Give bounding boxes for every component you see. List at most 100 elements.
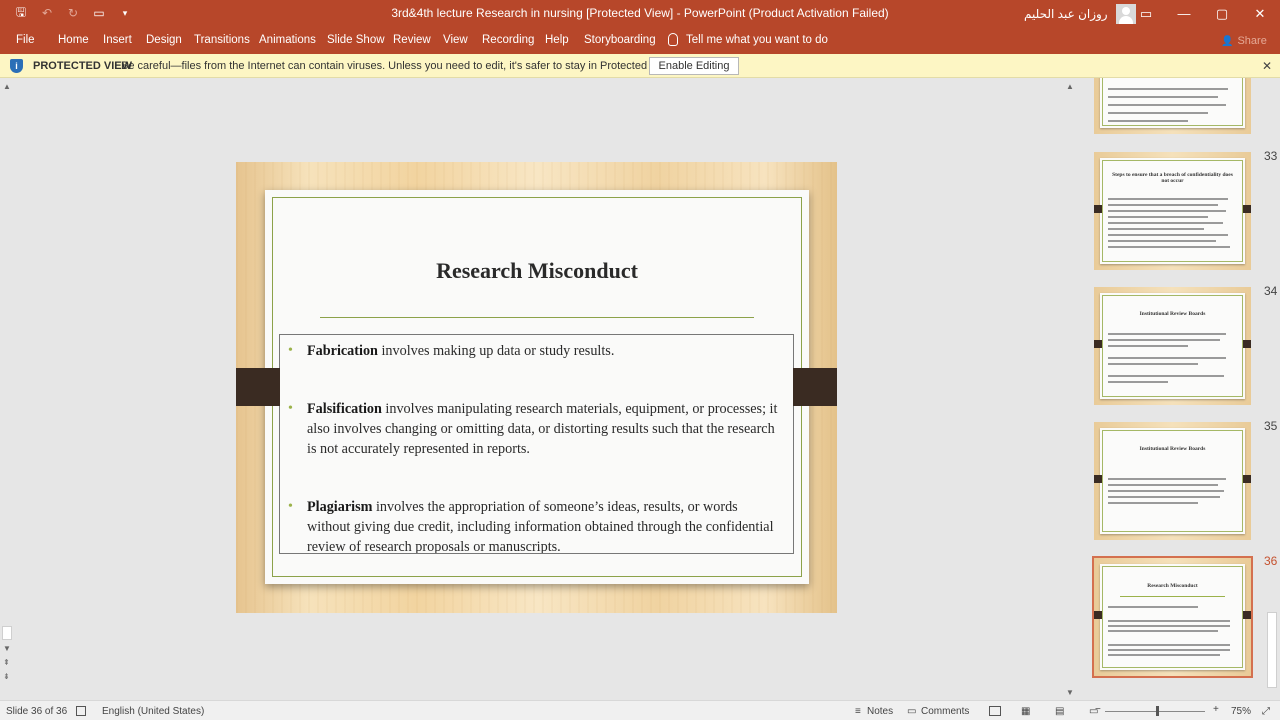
tab-slide-show[interactable]: Slide Show (327, 34, 385, 46)
thumbnail-title-rule (1120, 596, 1225, 597)
quick-access-toolbar: 🖫 ↶ ↻ ▭ ▾ (10, 4, 136, 22)
tab-home[interactable]: Home (58, 34, 89, 46)
thumbnails-scroll-thumb[interactable] (1267, 612, 1277, 688)
scroll-up-icon[interactable]: ▲ (3, 82, 11, 91)
maximize-button[interactable]: ▢ (1203, 0, 1241, 27)
tab-help[interactable]: Help (545, 34, 569, 46)
tab-animations[interactable]: Animations (259, 34, 316, 46)
zoom-out-button[interactable]: − (1095, 704, 1101, 715)
notes-button[interactable]: Notes (867, 706, 893, 717)
status-bar: Slide 36 of 36 English (United States) ≡… (0, 700, 1280, 720)
scroll-up-icon[interactable]: ▲ (1066, 82, 1074, 91)
person-icon: 👤 (1221, 35, 1234, 47)
slide-border: Research Misconduct Fabrication involves… (272, 197, 802, 577)
thumbnail-paper (1100, 428, 1245, 534)
reading-view-icon[interactable]: ▤ (1055, 706, 1064, 717)
thumbnail-text-line (1108, 222, 1223, 224)
share-button[interactable]: 👤 Share (1221, 35, 1267, 47)
thumbnail-text-line (1108, 246, 1230, 248)
thumbnail-clip (1243, 340, 1251, 348)
thumbnail-text-line (1108, 375, 1224, 377)
thumbnail-slide-35[interactable]: Institutional Review Boards (1094, 422, 1251, 540)
thumbnail-text-line (1108, 204, 1218, 206)
next-slide-icon[interactable]: ⇟ (3, 672, 10, 681)
thumbnail-text-line (1108, 502, 1198, 504)
thumbnails-scrollbar[interactable] (1265, 78, 1279, 700)
thumbnail-slide-36[interactable]: Research Misconduct (1094, 558, 1251, 676)
thumbnail-text-line (1108, 345, 1188, 347)
minimize-button[interactable]: — (1165, 0, 1203, 27)
redo-icon[interactable]: ↻ (62, 4, 84, 22)
zoom-in-button[interactable]: + (1213, 704, 1219, 715)
window-title: 3rd&4th lecture Research in nursing [Pro… (391, 6, 889, 20)
enable-editing-button[interactable]: Enable Editing (649, 57, 739, 75)
bullet-term: Plagiarism (307, 499, 373, 515)
tab-design[interactable]: Design (146, 34, 182, 46)
thumbnail-clip (1094, 611, 1102, 619)
save-icon[interactable]: 🖫 (10, 4, 32, 22)
thumbnail-slide-34[interactable]: Institutional Review Boards (1094, 287, 1251, 405)
editor-right-scrollbar[interactable]: ▲ ▼ (1063, 78, 1077, 700)
tab-recording[interactable]: Recording (482, 34, 534, 46)
accessibility-icon[interactable] (76, 706, 86, 716)
scroll-thumb[interactable] (2, 626, 12, 640)
thumbnail-title: Research Misconduct (1147, 583, 1198, 589)
zoom-level[interactable]: 75% (1231, 706, 1251, 717)
slide-canvas[interactable]: Research Misconduct Fabrication involves… (236, 162, 837, 613)
customize-qat-icon[interactable]: ▾ (114, 4, 136, 22)
left-scrollbar[interactable]: ▲ ▼ ⇞ ⇟ (0, 78, 14, 700)
tab-review[interactable]: Review (393, 34, 431, 46)
tab-view[interactable]: View (443, 34, 468, 46)
thumbnail-text-line (1108, 333, 1226, 335)
thumbnail-text-line (1108, 228, 1204, 230)
tab-insert[interactable]: Insert (103, 34, 132, 46)
zoom-slider-thumb[interactable] (1156, 706, 1159, 716)
title-bar: 🖫 ↶ ↻ ▭ ▾ 3rd&4th lecture Research in nu… (0, 0, 1280, 27)
thumbnail-slide-33[interactable]: Steps to ensure that a breach of confide… (1094, 152, 1251, 270)
tab-storyboarding[interactable]: Storyboarding (584, 34, 656, 46)
close-icon[interactable]: ✕ (1262, 59, 1272, 73)
slide-sorter-view-icon[interactable]: ▦ (1021, 706, 1030, 717)
scroll-down-icon[interactable]: ▼ (3, 644, 11, 653)
fit-to-window-icon[interactable]: ⤢ (1262, 706, 1270, 717)
user-account[interactable]: روزان عبد الحليم (1024, 4, 1136, 24)
thumbnail-text-line (1108, 363, 1198, 365)
previous-slide-icon[interactable]: ⇞ (3, 658, 10, 667)
slide-title[interactable]: Research Misconduct (273, 258, 801, 284)
protected-view-bar: i PROTECTED VIEW Be careful—files from t… (0, 54, 1280, 78)
undo-icon[interactable]: ↶ (36, 4, 58, 22)
shield-icon: i (10, 59, 23, 73)
zoom-slider[interactable] (1105, 711, 1205, 712)
tell-me-search[interactable]: Tell me what you want to do (668, 33, 828, 46)
normal-view-icon[interactable] (989, 706, 1001, 716)
user-name: روزان عبد الحليم (1024, 7, 1108, 21)
thumbnail-text-line (1108, 606, 1198, 608)
comments-button[interactable]: Comments (921, 706, 969, 717)
share-label: Share (1237, 35, 1267, 47)
language-indicator[interactable]: English (United States) (102, 706, 204, 717)
left-binder-clip (236, 368, 280, 406)
thumbnail-text-line (1108, 198, 1228, 200)
right-binder-clip (793, 368, 837, 406)
thumbnail-text-line (1108, 484, 1218, 486)
thumbnail-clip (1243, 611, 1251, 619)
present-from-beginning-icon[interactable]: ▭ (88, 4, 110, 22)
tab-file[interactable]: File (16, 34, 35, 46)
tab-transitions[interactable]: Transitions (194, 34, 250, 46)
lightbulb-icon (668, 33, 678, 46)
slide-thumbnails-pane: 33 Steps to ensure that a breach of conf… (1078, 78, 1280, 700)
bullet-term: Falsification (307, 401, 382, 417)
comments-icon[interactable]: ▭ (907, 706, 916, 717)
scroll-down-icon[interactable]: ▼ (1066, 688, 1074, 697)
thumbnail-clip (1094, 475, 1102, 483)
thumbnail-clip (1094, 340, 1102, 348)
notes-icon[interactable]: ≡ (855, 706, 861, 717)
close-button[interactable]: ✕ (1241, 0, 1279, 27)
thumbnail-text-line (1108, 210, 1226, 212)
ribbon-tabs: File Home Insert Design Transitions Anim… (0, 27, 1280, 54)
ribbon-display-options-icon[interactable]: ▭ (1127, 0, 1165, 27)
thumbnail-text-line (1108, 240, 1216, 242)
content-placeholder[interactable]: Fabrication involves making up data or s… (279, 334, 794, 554)
thumbnail-slide-32[interactable] (1094, 78, 1251, 134)
bullet-term: Fabrication (307, 343, 378, 359)
